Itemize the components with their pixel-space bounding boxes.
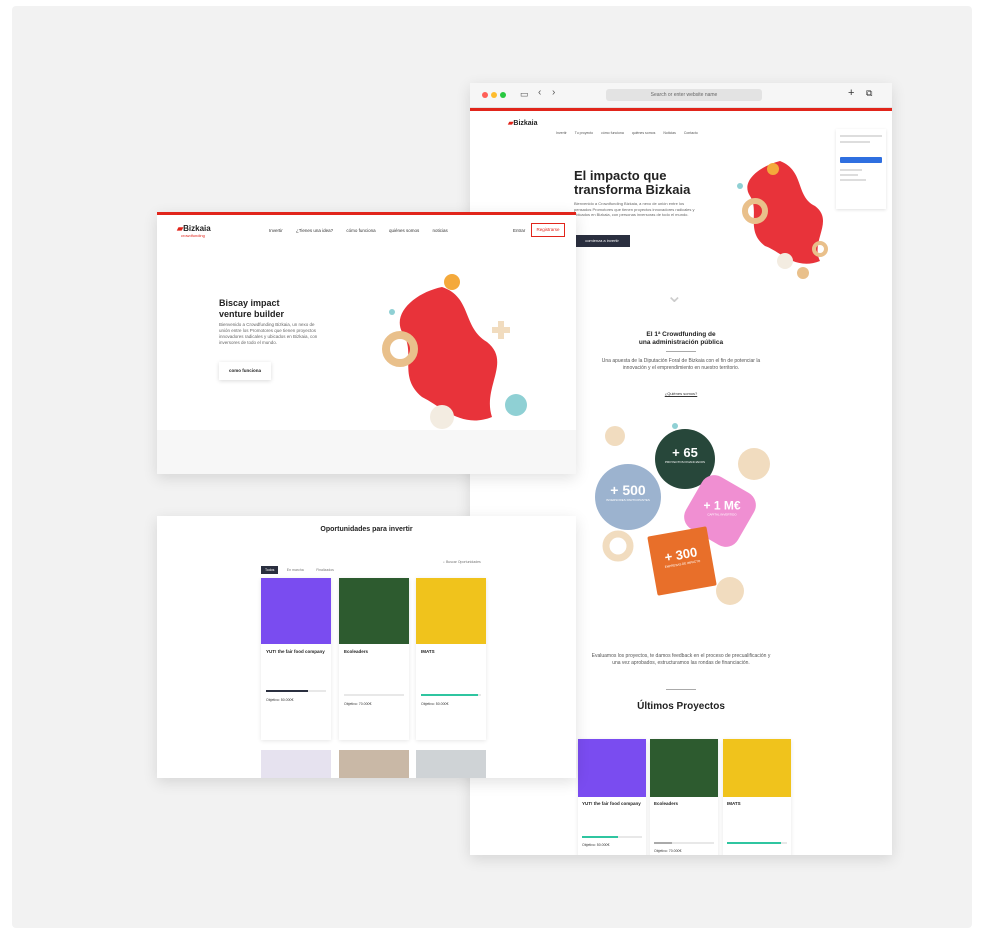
- opportunity-tabs: Todos En marcha Finalizados: [261, 558, 338, 576]
- tab-all[interactable]: Todos: [261, 566, 279, 574]
- tab-finished[interactable]: Finalizados: [312, 566, 338, 574]
- search-opportunities[interactable]: ⌕ Buscar Oportunidades: [443, 560, 481, 564]
- section-text: Una apuesta de la Diputación Foral de Bi…: [601, 358, 761, 371]
- project-card[interactable]: Ecoleaders Objetivo: 70.000€: [650, 739, 718, 855]
- minimize-dot-icon[interactable]: [491, 92, 497, 98]
- top-nav: Invertir Tu proyecto cómo funciona quiénes …: [556, 121, 706, 139]
- project-title: IMATS: [727, 801, 741, 806]
- maximize-dot-icon[interactable]: [500, 92, 506, 98]
- project-card[interactable]: IMATS: [723, 739, 791, 855]
- top-red-bar: [157, 212, 576, 215]
- new-tab-icon[interactable]: +: [848, 87, 854, 99]
- chevron-down-icon[interactable]: ⌄: [666, 283, 683, 308]
- opportunity-card[interactable]: Ecoleaders Objetivo: 70.000€: [339, 578, 409, 740]
- tabs-overview-icon[interactable]: ⧉: [866, 88, 872, 99]
- hero-text: Bienvenido a Crowdfunding Bizkaia, a nex…: [574, 201, 695, 217]
- hero-title: Biscay impact venture builder: [219, 298, 285, 319]
- project-card[interactable]: YUT! the fair food company Objetivo: 50.…: [578, 739, 646, 855]
- card-preview: [416, 750, 486, 778]
- nav-link[interactable]: quiénes somos: [632, 131, 656, 135]
- card-preview: [261, 750, 331, 778]
- project-image: [261, 578, 331, 644]
- register-button[interactable]: Registrarse: [531, 223, 565, 237]
- how-it-works-button[interactable]: como funciona: [219, 362, 271, 380]
- nav-link[interactable]: Invertir: [556, 131, 567, 135]
- nav-link[interactable]: cómo funciona: [346, 228, 375, 233]
- project-title: YUT! the fair food company: [582, 801, 641, 806]
- hero-sculpture: [382, 274, 527, 429]
- nav-link[interactable]: Tu proyecto: [575, 131, 593, 135]
- forward-icon[interactable]: ›: [552, 87, 555, 98]
- divider: [666, 689, 696, 690]
- opportunity-card[interactable]: YUT! the fair food company Objetivo: 50.…: [261, 578, 331, 740]
- start-investing-button[interactable]: comienza a invertir: [574, 235, 630, 247]
- project-image: [339, 578, 409, 644]
- landing-page-panel: ▰Bizkaia crowdfunding Invertir ¿Tienes u…: [157, 212, 576, 474]
- nav-link[interactable]: ¿Tienes una idea?: [296, 228, 333, 233]
- progress-bar: [582, 836, 642, 838]
- project-title: Ecoleaders: [344, 649, 369, 654]
- opportunity-card[interactable]: IMATS Objetivo: 50.000€: [416, 578, 486, 740]
- divider: [666, 351, 696, 352]
- project-image: [578, 739, 646, 797]
- project-image: [650, 739, 718, 797]
- hero-sculpture: [737, 161, 828, 279]
- progress-bar: [344, 694, 404, 696]
- project-goal: Objetivo: 50.000€: [421, 702, 449, 706]
- dropdown-button[interactable]: [840, 157, 882, 163]
- project-image: [416, 578, 486, 644]
- progress-bar: [266, 690, 326, 692]
- nav-link[interactable]: Invertir: [269, 228, 283, 233]
- nav-link[interactable]: noticias: [433, 228, 448, 233]
- address-bar[interactable]: Search or enter website name: [606, 89, 762, 101]
- nav-link[interactable]: Noticias: [663, 131, 675, 135]
- main-nav: Invertir ¿Tienes una idea? cómo funciona…: [269, 228, 448, 233]
- evaluation-text: Evaluamos los proyectos, te damos feedba…: [591, 653, 771, 666]
- browser-toolbar: ▭ ‹ › Search or enter website name + ⧉: [470, 83, 892, 108]
- filter-icon: ⌕: [443, 560, 445, 564]
- login-link[interactable]: Entrar: [513, 228, 525, 233]
- project-title: Ecoleaders: [654, 801, 679, 806]
- project-goal: Objetivo: 70.000€: [654, 849, 682, 853]
- nav-link[interactable]: cómo funciona: [601, 131, 624, 135]
- opportunities-panel: Oportunidades para invertir Todos En mar…: [157, 516, 576, 778]
- progress-bar: [727, 842, 787, 844]
- sidebar-icon[interactable]: ▭: [520, 89, 529, 100]
- latest-projects-title: Últimos Proyectos: [637, 701, 725, 712]
- opportunities-title: Oportunidades para invertir: [320, 526, 413, 533]
- project-goal: Objetivo: 50.000€: [266, 698, 294, 702]
- close-dot-icon[interactable]: [482, 92, 488, 98]
- section-title: El 1ª Crowdfunding de una administración …: [638, 331, 724, 346]
- progress-bar: [654, 842, 714, 844]
- progress-bar: [421, 694, 481, 696]
- hero-text: Bienvenido a Crowdfunding Bizkaia, un ne…: [219, 322, 318, 345]
- project-title: YUT! the fair food company: [266, 649, 325, 654]
- nav-link[interactable]: Contacto: [684, 131, 698, 135]
- project-image: [723, 739, 791, 797]
- tab-active[interactable]: En marcha: [283, 566, 308, 574]
- back-icon[interactable]: ‹: [538, 87, 541, 98]
- card-preview: [339, 750, 409, 778]
- hero-title: El impacto que transforma Bizkaia: [574, 168, 691, 197]
- hero-bottom-band: [157, 430, 576, 474]
- brand-logo[interactable]: ▰Bizkaia crowdfunding: [177, 224, 211, 238]
- decorative-shapes: [602, 423, 770, 605]
- project-title: IMATS: [421, 649, 435, 654]
- project-goal: Objetivo: 70.000€: [344, 702, 372, 706]
- who-are-we-link[interactable]: ¿Quiénes somos?: [570, 391, 792, 396]
- project-goal: Objetivo: 50.000€: [582, 843, 610, 847]
- nav-link[interactable]: quiénes somos: [389, 228, 419, 233]
- brand-logo[interactable]: ▰Bizkaia: [508, 119, 538, 127]
